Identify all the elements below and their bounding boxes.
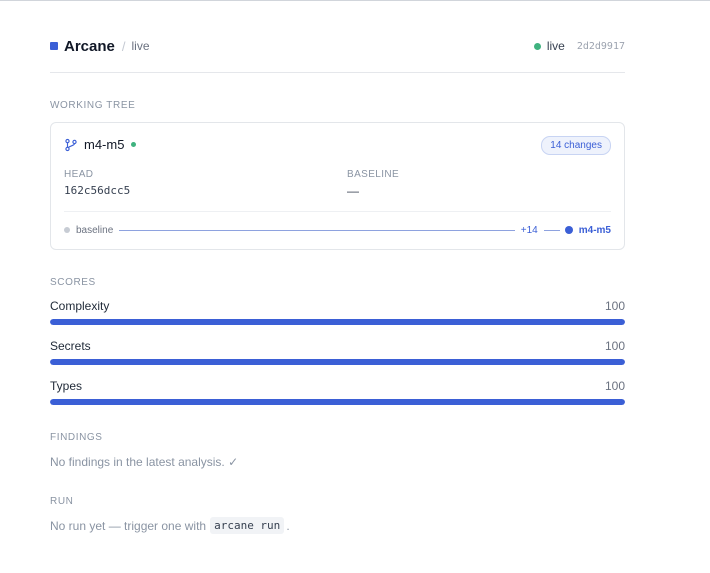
timeline-end-dot-icon xyxy=(564,226,573,234)
section-label-scores: SCORES xyxy=(50,277,96,288)
section-label-run: RUN xyxy=(50,496,74,507)
score-value: 100 xyxy=(604,379,625,393)
score-name: Types xyxy=(50,379,83,393)
status-indicator: live 2d2d9917 xyxy=(533,39,625,53)
score-row-complexity: Complexity 100 xyxy=(50,299,625,325)
run-message: No run yet — trigger one with arcane run… xyxy=(50,517,290,534)
header-divider xyxy=(50,72,625,73)
score-value: 100 xyxy=(604,299,625,313)
score-value: 100 xyxy=(604,339,625,353)
score-bar-fill xyxy=(50,399,625,405)
window-top-border xyxy=(0,0,710,3)
timeline-line-end xyxy=(543,229,560,231)
timeline-start-dot-icon xyxy=(64,227,70,233)
timeline-line xyxy=(119,229,515,231)
run-command-code[interactable]: arcane run xyxy=(210,517,285,534)
section-label-working-tree: WORKING TREE xyxy=(50,100,136,111)
score-name: Complexity xyxy=(50,299,110,313)
status-text: live xyxy=(546,39,565,53)
commit-timeline: baseline +14 m4-m5 xyxy=(64,223,611,237)
live-status-dot-icon xyxy=(533,42,541,50)
baseline-label: BASELINE xyxy=(347,169,400,180)
score-row-types: Types 100 xyxy=(50,379,625,405)
breadcrumb-current[interactable]: live xyxy=(131,39,149,53)
score-bar-fill xyxy=(50,359,625,365)
run-message-end: . xyxy=(286,518,290,533)
timeline-start-label: baseline xyxy=(76,224,114,236)
head-value: 162c56dcc5 xyxy=(64,184,131,197)
branch-status-dot-icon xyxy=(131,142,137,147)
score-name: Secrets xyxy=(50,339,91,353)
changes-badge[interactable]: 14 changes xyxy=(541,136,611,155)
git-branch-icon xyxy=(65,138,77,151)
brand-name[interactable]: Arcane xyxy=(64,38,115,55)
branch-row: m4-m5 xyxy=(64,137,137,152)
baseline-value: — xyxy=(347,184,359,198)
findings-message: No findings in the latest analysis. ✓ xyxy=(50,455,239,469)
commit-hash: 2d2d9917 xyxy=(576,40,625,52)
breadcrumb-separator: / xyxy=(121,38,126,54)
working-tree-card: m4-m5 14 changes HEAD 162c56dcc5 BASELIN… xyxy=(50,122,625,250)
score-row-secrets: Secrets 100 xyxy=(50,339,625,365)
run-message-text: No run yet — trigger one with xyxy=(50,518,207,533)
page-header: Arcane / live live 2d2d9917 xyxy=(50,36,625,56)
score-bar-track xyxy=(50,319,625,325)
card-divider xyxy=(64,211,611,212)
section-label-findings: FINDINGS xyxy=(50,432,103,443)
score-bar-track xyxy=(50,359,625,365)
score-bar-track xyxy=(50,399,625,405)
timeline-commit-count: +14 xyxy=(520,224,538,236)
timeline-end-label: m4-m5 xyxy=(578,224,611,236)
brand-logo-square xyxy=(50,42,58,50)
score-bar-fill xyxy=(50,319,625,325)
branch-name[interactable]: m4-m5 xyxy=(84,137,124,152)
head-label: HEAD xyxy=(64,169,94,180)
